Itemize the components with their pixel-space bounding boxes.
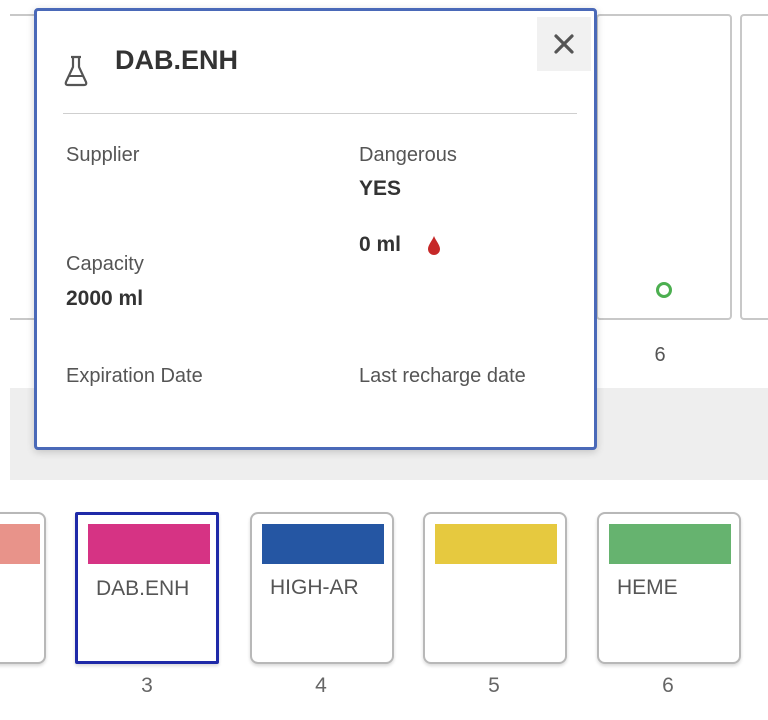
rack-slot-5[interactable] (423, 512, 567, 664)
reagent-color-bar (435, 524, 557, 564)
supplier-label: Supplier (66, 144, 140, 166)
rack-slot-4[interactable]: HIGH-AR (250, 512, 394, 664)
reagent-color-bar (609, 524, 731, 564)
reagent-color-bar (0, 524, 40, 564)
top-rack-slot-6[interactable] (596, 14, 732, 320)
top-rack-slot[interactable] (740, 14, 768, 320)
capacity-label: Capacity (66, 253, 144, 275)
popup-divider (63, 113, 577, 114)
reagent-name: HIGH-AR (270, 576, 359, 599)
reagent-rack-view: 6 DAB.ENH 3 HIGH-AR 4 5 HEME 6 DAB.ENH S… (0, 0, 768, 720)
reagent-color-bar (88, 524, 210, 564)
reagent-details-popup: DAB.ENH Supplier Dangerous YES 0 ml Capa… (34, 8, 597, 450)
rack-number: 4 (315, 674, 327, 697)
reagent-name: DAB.ENH (96, 577, 190, 600)
status-dot-icon (656, 282, 672, 298)
close-icon (554, 34, 574, 54)
rack-slot-3[interactable]: DAB.ENH (75, 512, 219, 664)
rack-slot-6[interactable]: HEME (597, 512, 741, 664)
last-recharge-date-label: Last recharge date (359, 365, 526, 387)
top-slot-number: 6 (654, 344, 666, 366)
reagent-name: HEME (617, 576, 678, 599)
close-button[interactable] (537, 17, 591, 71)
expiration-date-label: Expiration Date (66, 365, 203, 387)
dangerous-label: Dangerous (359, 144, 457, 166)
popup-title: DAB.ENH (115, 45, 239, 75)
drop-icon (428, 236, 440, 255)
reagent-color-bar (262, 524, 384, 564)
popup-header: DAB.ENH (37, 11, 594, 113)
rack-number: 3 (141, 674, 153, 697)
rack-number: 5 (488, 674, 500, 697)
flask-icon (64, 55, 88, 87)
current-volume-value: 0 ml (359, 233, 402, 256)
capacity-value: 2000 ml (66, 287, 144, 310)
rack-slot-2[interactable] (0, 512, 46, 664)
rack-number: 6 (662, 674, 674, 697)
dangerous-value: YES (359, 177, 402, 200)
